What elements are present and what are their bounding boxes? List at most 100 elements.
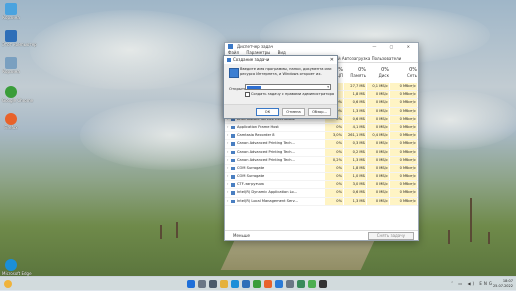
store-icon[interactable] xyxy=(241,280,250,288)
desktop-icon-edge[interactable]: Microsoft Edge xyxy=(2,259,32,276)
process-name: Intel(R) Local Management Serv... xyxy=(237,198,298,203)
table-row[interactable]: › COM Surrogate 0% 1,8 МБ 0 МБ/с 0 Мбит/с xyxy=(225,164,418,174)
start-icon[interactable] xyxy=(186,280,195,288)
table-row[interactable]: › Canon Advanced Printing Tech... 0,2% 1,3 … xyxy=(225,156,418,165)
table-row[interactable]: › Application Frame Host 0% 4,1 МБ 0 МБ/с 0 М… xyxy=(225,123,418,133)
explorer-icon[interactable] xyxy=(219,280,228,288)
settings-icon[interactable] xyxy=(285,280,294,288)
process-memory: 0,2 МБ xyxy=(344,148,366,156)
admin-checkbox[interactable] xyxy=(245,92,250,97)
expand-icon[interactable]: › xyxy=(227,157,228,164)
process-network: 0 Мбит/с xyxy=(390,83,417,91)
desktop-icon-recycle-bin[interactable]: Корзина xyxy=(2,3,20,20)
process-memory: 27,7 МБ xyxy=(344,83,366,91)
table-row[interactable]: › Camtasia Recorder 8 3,0% 261,1 МБ 0,4 МБ/с… xyxy=(225,132,418,141)
process-name: Canon Advanced Printing Tech... xyxy=(237,141,295,146)
admin-checkbox-label: Создать задачу с правами администратора xyxy=(251,91,335,96)
process-network: 0 Мбит/с xyxy=(390,156,417,164)
end-task-button[interactable]: Снять задачу xyxy=(367,232,414,240)
desktop-icon-firefox[interactable]: Firefox xyxy=(2,113,20,130)
expand-icon[interactable]: › xyxy=(227,189,228,196)
dialog-titlebar[interactable]: Создание задачи ✕ xyxy=(224,56,337,64)
process-name: CTF-загрузчик xyxy=(237,182,265,187)
ok-button[interactable]: ОК xyxy=(256,108,279,116)
table-row[interactable]: › Intel(R) Local Management Serv... 0% 1,3 … xyxy=(225,197,418,206)
open-input[interactable]: ▾ xyxy=(245,84,331,90)
firefox-icon[interactable] xyxy=(263,280,272,288)
table-row[interactable]: › Intel(R) Dynamic Application Lo... 0% 0,6… xyxy=(225,189,418,198)
task-manager-icon[interactable] xyxy=(296,280,305,288)
process-memory: 0,6 МБ xyxy=(344,115,366,123)
expand-icon[interactable]: › xyxy=(227,132,228,139)
process-network: 0 Мбит/с xyxy=(390,132,417,140)
process-icon xyxy=(231,199,235,204)
chrome-icon xyxy=(5,86,17,98)
process-disk: 0 МБ/с xyxy=(367,123,389,132)
process-disk: 0 МБ/с xyxy=(367,189,389,197)
table-row[interactable]: › CTF-загрузчик 0% 3,0 МБ 0 МБ/с 0 Мбит/с xyxy=(225,181,418,190)
process-disk: 0,1 МБ/с xyxy=(367,83,389,91)
expand-icon[interactable]: › xyxy=(227,140,228,147)
process-name: Application Frame Host xyxy=(237,124,279,129)
run-icon xyxy=(229,68,239,78)
process-icon xyxy=(231,142,235,146)
process-network: 0 Мбит/с xyxy=(390,173,417,181)
clock[interactable]: 18:07 25.07.2022 xyxy=(493,279,513,288)
taskbar: ˄ ▭ ◀) ENG 18:07 25.07.2022 xyxy=(0,276,516,291)
process-network: 0 Мбит/с xyxy=(390,197,417,205)
expand-icon[interactable]: › xyxy=(227,165,228,172)
cancel-button[interactable]: Отмена xyxy=(282,108,305,116)
process-memory: 1,8 МБ xyxy=(344,164,366,173)
browse-button[interactable]: Обзор... xyxy=(308,108,331,116)
process-cpu: 0% xyxy=(325,197,343,205)
desktop-icon-computer[interactable]: Этот компьютер xyxy=(2,30,37,47)
process-network: 0 Мбит/с xyxy=(390,115,417,123)
camtasia-icon[interactable] xyxy=(307,280,316,288)
process-memory: 1,3 МБ xyxy=(344,197,366,205)
close-icon[interactable]: ✕ xyxy=(330,56,334,64)
process-network: 0 Мбит/с xyxy=(390,99,417,107)
selected-text-highlight xyxy=(247,86,261,89)
weather-icon[interactable] xyxy=(4,280,12,288)
chrome-icon[interactable] xyxy=(252,280,261,288)
expand-icon[interactable]: › xyxy=(227,198,228,205)
header-disk[interactable]: 0% Диск xyxy=(367,67,389,78)
create-task-dialog[interactable]: Создание задачи ✕ Введите имя программы,… xyxy=(223,55,338,119)
mail-icon[interactable] xyxy=(274,280,283,288)
process-icon xyxy=(231,150,235,154)
terminal-icon[interactable] xyxy=(318,280,327,288)
process-disk: 0 МБ/с xyxy=(367,140,389,148)
table-row[interactable]: › Canon Advanced Printing Tech... 0% 0,2 МБ… xyxy=(225,148,418,157)
desktop-icon-chrome[interactable]: Google Chrome xyxy=(2,86,33,103)
task-view-icon[interactable] xyxy=(208,280,217,288)
process-name: Canon Advanced Printing Tech... xyxy=(237,157,295,162)
process-cpu: 0% xyxy=(325,189,343,197)
task-manager-titlebar[interactable]: Диспетчер задач — ▢ ✕ xyxy=(225,43,418,50)
chevron-down-icon[interactable]: ▾ xyxy=(327,85,329,90)
process-cpu: 0% xyxy=(325,181,343,189)
process-disk: 0 МБ/с xyxy=(367,197,389,205)
table-row[interactable]: › COM Surrogate 0% 1,0 МБ 0 МБ/с 0 Мбит/с xyxy=(225,173,418,182)
expand-icon[interactable]: › xyxy=(227,124,228,131)
header-memory[interactable]: 0% Память xyxy=(344,67,366,78)
header-network[interactable]: 0% Сеть xyxy=(390,67,417,78)
fewer-details-link[interactable]: Меньше xyxy=(233,231,250,240)
process-network: 0 Мбит/с xyxy=(390,140,417,148)
expand-icon[interactable]: › xyxy=(227,173,228,180)
expand-icon[interactable]: › xyxy=(227,149,228,156)
search-icon[interactable] xyxy=(197,280,206,288)
table-row[interactable]: › Canon Advanced Printing Tech... 0% 0,3 МБ… xyxy=(225,140,418,149)
desktop-icon-trash[interactable]: Корзина xyxy=(2,57,20,74)
expand-icon[interactable]: › xyxy=(227,181,228,188)
clock-date: 25.07.2022 xyxy=(492,283,513,288)
system-tray-icons[interactable]: ˄ ▭ ◀) ENG xyxy=(451,281,494,286)
process-name: Canon Advanced Printing Tech... xyxy=(237,149,295,154)
process-icon xyxy=(231,125,235,130)
process-memory: 1,0 МБ xyxy=(344,173,366,181)
task-manager-icon xyxy=(227,58,231,62)
window-controls[interactable]: — ▢ ✕ xyxy=(372,43,416,50)
process-cpu: 0% xyxy=(325,173,343,181)
process-cpu: 0% xyxy=(325,148,343,156)
edge-icon[interactable] xyxy=(230,280,239,288)
process-disk: 0,4 МБ/с xyxy=(367,132,389,140)
